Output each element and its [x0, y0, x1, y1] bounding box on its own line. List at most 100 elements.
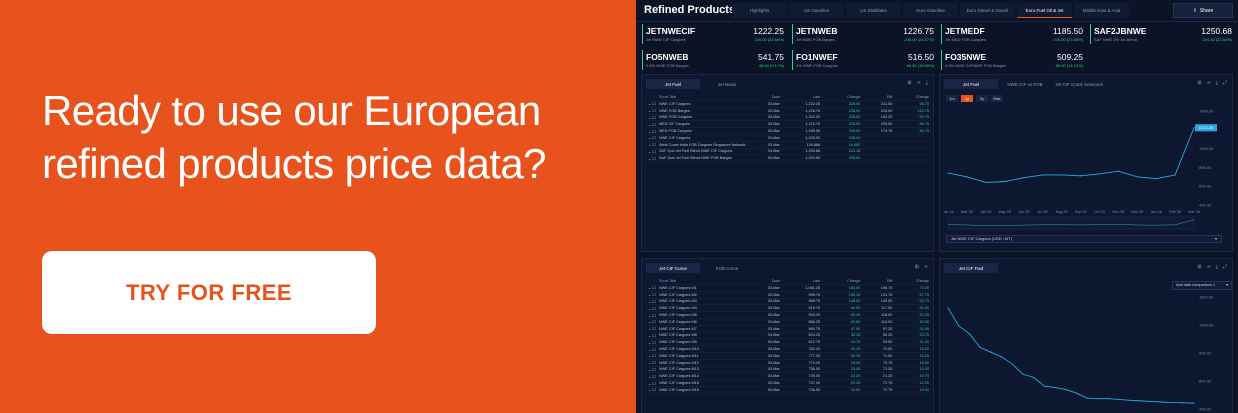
column-header[interactable]: Change — [820, 279, 860, 283]
row-checkbox[interactable]: ⌄ ☐ — [646, 142, 659, 147]
nav-tab[interactable]: US Distillates — [846, 3, 901, 18]
date-comparison-select[interactable]: Add date comparison 1 ▾ — [1172, 281, 1232, 290]
share-icon[interactable]: ⋖ — [917, 80, 921, 86]
nav-tab[interactable]: Highlights — [732, 3, 787, 18]
table-row[interactable]: ⌄ ☐ SAF 2pct Jet Fuel Blend NWE CIF Cargo… — [646, 149, 929, 156]
row-checkbox[interactable]: ⌄ ☐ — [646, 156, 659, 161]
table-row[interactable]: ⌄ ☐ NWE CIF Cargoes M11 03-Mar 777.25 30.25 7… — [646, 353, 929, 360]
table-row[interactable]: ⌄ ☐ NWE CIF Cargoes M3 03-Mar 968.75 108.00 1… — [646, 299, 929, 306]
table-row[interactable]: ⌄ ☐ NWE CIF Cargoes 03-Mar 1,222.25 226.00 21… — [646, 101, 929, 108]
column-header[interactable]: Last — [780, 95, 820, 99]
row-checkbox[interactable]: ⌄ ☐ — [646, 333, 659, 338]
row-checkbox[interactable]: ⌄ ☐ — [646, 326, 659, 331]
download-icon[interactable]: ⤓ — [1216, 264, 1218, 270]
row-checkbox[interactable]: ⌄ ☐ — [646, 115, 659, 120]
nav-tab[interactable]: Euro Gasoline — [903, 3, 958, 18]
table-row[interactable]: ⌄ ☐ NWE CIF Cargoes M13 03-Mar 756.50 23.50 7… — [646, 367, 929, 374]
column-header[interactable]: Date — [751, 95, 780, 99]
share-icon[interactable]: ⋖ — [924, 264, 928, 270]
table-row[interactable]: ⌄ ☐ NWE CIF Cargoes M10 03-Mar 782.25 31.25 7… — [646, 346, 929, 353]
row-checkbox[interactable]: ⌄ ☐ — [646, 285, 659, 290]
table-row[interactable]: ⌄ ☐ NWE FOB Barges 03-Mar 1,226.75 238.00 216… — [646, 108, 929, 115]
export-icon[interactable]: ⊞ — [915, 264, 919, 270]
column-header[interactable]: Diff — [860, 95, 893, 99]
try-for-free-button[interactable]: TRY FOR FREE — [42, 251, 376, 334]
export-icon[interactable]: ⊞ — [1197, 264, 1201, 270]
range-button[interactable]: 5y — [976, 95, 988, 102]
expand-icon[interactable]: ⤢ — [1223, 264, 1227, 270]
nav-tab[interactable]: US Gasoline — [789, 3, 844, 18]
quote-tile[interactable]: FO35NWE 509.25 3.5% NWE CIF/NWE FOB Barges… — [941, 50, 1087, 70]
row-checkbox[interactable]: ⌄ ☐ — [646, 353, 659, 358]
table-row[interactable]: ⌄ ☐ NWE CIF Cargoes M5 03-Mar 903.25 69.25 11… — [646, 312, 929, 319]
table-row[interactable]: ⌄ ☐ SAF 2pct Jet Fuel Blend NWE FOB Barge… — [646, 155, 929, 163]
panel-tab[interactable]: Jet CIF Fwd — [944, 263, 998, 273]
table-row[interactable]: ⌄ ☐ NWE CIF Cargoes M9 03-Mar 812.75 41.75 93… — [646, 339, 929, 347]
table-row[interactable]: ⌄ ☐ NWE CIF Cargoes M2 03-Mar 996.75 130.25 1… — [646, 292, 929, 299]
table-row[interactable]: ⌄ ☐ NWE CIF Cargoes M16 03-Mar 736.50 22.00 7… — [646, 387, 929, 394]
share-icon[interactable]: ⋖ — [1207, 80, 1211, 86]
table-row[interactable]: ⌄ ☐ MED CIF Cargoes 03-Mar 1,219.75 225.00 20… — [646, 121, 929, 129]
quote-tile[interactable]: FO5NWEB 541.75 0.5% NWE FOB Barges 46.50 (9… — [642, 50, 788, 70]
row-checkbox[interactable]: ⌄ ☐ — [646, 374, 659, 379]
share-icon[interactable]: ⋖ — [1207, 264, 1211, 270]
column-header[interactable]: Change — [820, 95, 860, 99]
table-row[interactable]: ⌄ ☐ NWE CIF Cargoes 03-Mar 1,226.00 238.00 — [646, 135, 929, 142]
column-header[interactable]: Last — [780, 279, 820, 283]
table-row[interactable]: ⌄ ☐ West Coast India FOB Cargoes Singapor… — [646, 142, 929, 149]
panel-tab[interactable]: Jet Fuel — [944, 79, 998, 89]
share-button[interactable]: ⇪ Share — [1173, 3, 1233, 18]
row-checkbox[interactable]: ⌄ ☐ — [646, 313, 659, 318]
row-checkbox[interactable]: ⌄ ☐ — [646, 149, 659, 154]
table-row[interactable]: ⌄ ☐ NWE CIF Cargoes M4 03-Mar 919.75 84.00 11… — [646, 305, 929, 313]
panel-tab[interactable]: NWE CIF vs FOB — [998, 79, 1052, 89]
table-row[interactable]: ⌄ ☐ NWE CIF Cargoes M7 03-Mar 860.75 47.50 97… — [646, 326, 929, 333]
download-icon[interactable]: ⤓ — [1216, 80, 1218, 86]
table-row[interactable]: ⌄ ☐ NWE CIF Cargoes M14 03-Mar 739.00 22.25 7… — [646, 373, 929, 381]
quote-tile[interactable]: FO1NWEF 516.50 1% NWE FOB Cargoes 69.50 (15… — [792, 50, 938, 70]
row-checkbox[interactable]: ⌄ ☐ — [646, 387, 659, 392]
row-checkbox[interactable]: ⌄ ☐ — [646, 306, 659, 311]
range-button[interactable]: 1y — [961, 95, 973, 102]
row-checkbox[interactable]: ⌄ ☐ — [646, 292, 659, 297]
row-checkbox[interactable]: ⌄ ☐ — [646, 108, 659, 113]
column-header[interactable]: Diff — [860, 279, 893, 283]
panel-tab[interactable]: Jet Fuel — [646, 79, 700, 89]
quote-tile[interactable]: JETMEDF 1185.50 Jet MED FOB Cargoes 226.00 … — [941, 24, 1087, 44]
row-checkbox[interactable]: ⌄ ☐ — [646, 360, 659, 365]
row-checkbox[interactable]: ⌄ ☐ — [646, 381, 659, 386]
table-row[interactable]: ⌄ ☐ NWE CIF Cargoes M1 03-Mar 1,061.25 160.0… — [646, 285, 929, 292]
row-checkbox[interactable]: ⌄ ☐ — [646, 340, 659, 345]
row-checkbox[interactable]: ⌄ ☐ — [646, 319, 659, 324]
export-icon[interactable]: ⊞ — [1197, 80, 1201, 86]
download-icon[interactable]: ⤓ — [926, 80, 928, 86]
row-checkbox[interactable]: ⌄ ☐ — [646, 135, 659, 140]
quote-tile[interactable]: JETNWECIF 1222.25 Jet NWE CIF Cargoes 226.0… — [642, 24, 788, 44]
nav-tab[interactable]: Middle East & Asia — [1074, 3, 1129, 18]
row-checkbox[interactable]: ⌄ ☐ — [646, 299, 659, 304]
row-checkbox[interactable]: ⌄ ☐ — [646, 347, 659, 352]
series-select[interactable]: Jet NWE CIF Cargoes (USD / MT) ▾ — [946, 235, 1222, 243]
panel-tab[interactable]: Jet Basis — [700, 79, 754, 89]
column-header[interactable]: Short Title — [659, 95, 751, 99]
row-checkbox[interactable]: ⌄ ☐ — [646, 122, 659, 127]
table-row[interactable]: ⌄ ☐ NWE CIF Cargoes M15 03-Mar 737.00 22.25 7… — [646, 380, 929, 387]
column-header[interactable]: Short Title — [659, 279, 751, 283]
range-button[interactable]: 1m — [946, 95, 958, 102]
table-row[interactable]: ⌄ ☐ NWE CIF Cargoes M8 03-Mar 824.25 39.25 90… — [646, 333, 929, 340]
table-row[interactable]: ⌄ ☐ NWE CIF Cargoes M6 03-Mar 886.25 60.50 11… — [646, 319, 929, 326]
range-button[interactable]: Max — [991, 95, 1003, 102]
column-header[interactable]: Change — [892, 279, 929, 283]
panel-tab[interactable]: Jet CIF Crack Seasonal — [1052, 79, 1106, 89]
row-checkbox[interactable]: ⌄ ☐ — [646, 367, 659, 372]
table-row[interactable]: ⌄ ☐ NWE CIF Cargoes M12 03-Mar 770.25 29.25 7… — [646, 360, 929, 367]
export-icon[interactable]: ⊞ — [907, 80, 911, 86]
quote-tile[interactable]: JETNWEB 1226.75 Jet NWE FOB Barges 238.00 (… — [792, 24, 938, 44]
row-checkbox[interactable]: ⌄ ☐ — [646, 101, 659, 106]
row-checkbox[interactable]: ⌄ ☐ — [646, 129, 659, 134]
nav-tab[interactable]: Euro Diesel & Gasoil — [960, 3, 1015, 18]
nav-tab[interactable]: Euro Fuel Oil & Jet — [1017, 3, 1072, 18]
expand-icon[interactable]: ⤢ — [1223, 80, 1227, 86]
column-header[interactable]: Date — [751, 279, 780, 283]
panel-tab[interactable]: Jet CIF Curve — [646, 263, 700, 273]
